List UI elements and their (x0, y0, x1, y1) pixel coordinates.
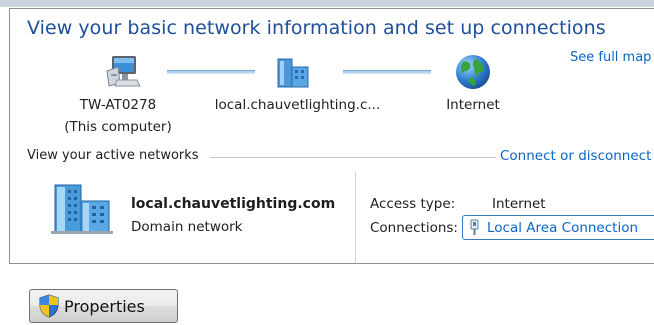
active-network-type[interactable]: Domain network (131, 219, 243, 235)
properties-button-label: Properties (64, 296, 145, 316)
uac-shield-icon (39, 294, 59, 318)
local-area-connection-label[interactable]: Local Area Connection (487, 220, 638, 236)
active-network-name: local.chauvetlighting.com (131, 196, 336, 212)
properties-button[interactable]: Properties (29, 289, 178, 323)
computer-sublabel: (This computer) (64, 119, 172, 135)
access-type-value: Internet (492, 196, 546, 212)
page-heading: View your basic network information and … (27, 17, 606, 39)
local-area-connection-link[interactable]: Local Area Connection (462, 215, 654, 240)
active-networks-label: View your active networks (27, 148, 205, 163)
network-info-panel: View your basic network information and … (9, 8, 654, 264)
connections-label: Connections: (370, 220, 458, 236)
globe-icon[interactable] (453, 52, 493, 92)
internet-label: Internet (446, 97, 500, 113)
vertical-divider (355, 172, 356, 262)
domain-network-icon[interactable] (274, 53, 314, 93)
computer-icon[interactable] (103, 53, 143, 93)
computer-name: TW-AT0278 (79, 97, 157, 113)
connect-or-disconnect-link[interactable]: Connect or disconnect (500, 148, 651, 164)
connection-line-1 (167, 70, 255, 74)
connection-line-2 (343, 70, 431, 74)
network-plug-icon (470, 219, 479, 235)
see-full-map-link[interactable]: See full map (570, 50, 651, 65)
domain-buildings-icon (51, 184, 113, 234)
access-type-label: Access type: (370, 196, 456, 212)
top-band (0, 0, 654, 7)
section-divider (210, 157, 496, 158)
domain-name: local.chauvetlighting.c... (214, 97, 381, 113)
